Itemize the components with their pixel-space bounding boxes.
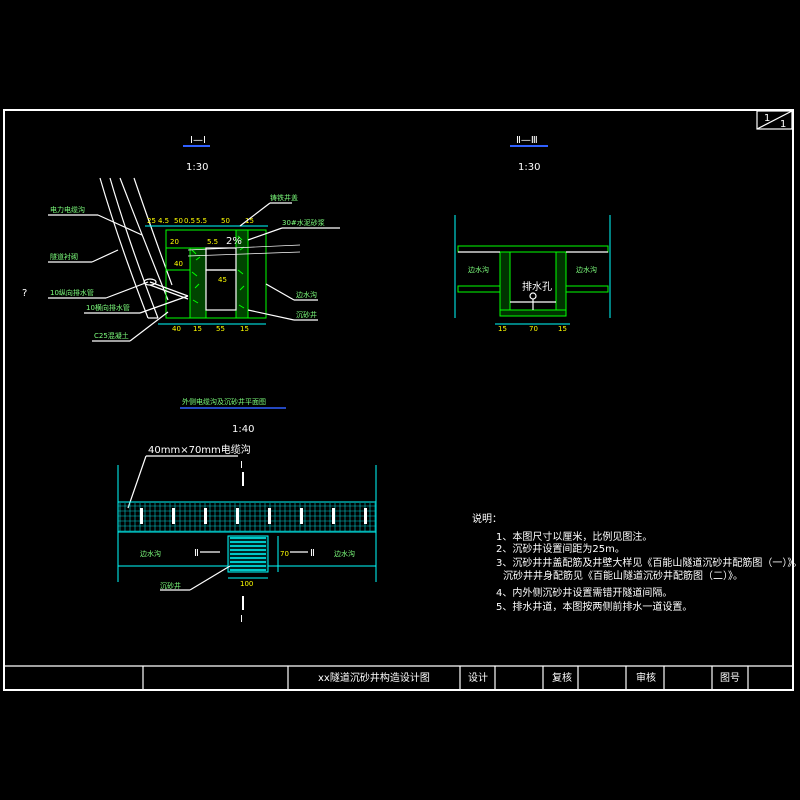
- design-label: 设计: [468, 671, 488, 684]
- section-2-scale: 1:30: [518, 162, 540, 173]
- sheet-no: 1: [764, 113, 770, 124]
- dim-side-2: 40: [174, 260, 183, 268]
- label-tunnel-lining: 隧道衬砌: [50, 252, 78, 261]
- plan-left-ditch: 边水沟: [140, 549, 161, 558]
- dim-bottom-3: 55: [216, 325, 225, 333]
- label-question: ?: [22, 288, 27, 299]
- note-3: 3、沉砂井井盖配筋及井壁大样见《百能山隧道沉砂井配筋图（一）》。: [496, 556, 800, 569]
- dim-top-3: 50: [174, 217, 183, 225]
- dim-top-4: 0.5: [184, 217, 195, 225]
- plan-cut-mark-top: Ⅰ: [240, 460, 243, 471]
- section-1: Ⅰ—Ⅰ 1:30 25 4.5 50 0.5 5.5 50 15 40 15 5…: [22, 135, 340, 342]
- dim-side-5: 2%: [226, 236, 242, 247]
- sheet-total: 1: [780, 119, 786, 130]
- label-mortar: 30#水泥砂浆: [282, 218, 325, 227]
- section-2-label-left: 边水沟: [468, 265, 489, 274]
- plan-sand-well: 沉砂井: [160, 581, 181, 590]
- section-2-dim-1: 15: [498, 325, 507, 333]
- sheet-number-box: 1 1: [756, 110, 793, 130]
- note-2: 2、沉砂井设置间距为25m。: [496, 542, 625, 555]
- note-5: 5、排水井道，本图按两侧前排水一道设置。: [496, 600, 692, 613]
- dim-top-6: 50: [221, 217, 230, 225]
- plan-scale: 1:40: [232, 424, 254, 435]
- section-2-label-center: 排水孔: [522, 280, 552, 293]
- dim-bottom-4: 15: [240, 325, 249, 333]
- plan-right-ditch: 边水沟: [334, 549, 355, 558]
- notes-heading: 说明：: [472, 512, 502, 525]
- section-2-label-right: 边水沟: [576, 265, 597, 274]
- note-3b: 沉砂井井身配筋见《百能山隧道沉砂井配筋图（二）》。: [503, 569, 743, 582]
- plan-cut-mark-bottom: Ⅰ: [240, 614, 243, 625]
- note-1: 1、本图尺寸以厘米，比例见图注。: [496, 530, 652, 543]
- plan-mark-2-right: Ⅱ: [310, 548, 315, 559]
- label-side-ditch: 边水沟: [296, 290, 317, 299]
- dim-bottom-1: 40: [172, 325, 181, 333]
- section-1-title: Ⅰ—Ⅰ: [190, 135, 206, 146]
- section-2-title: Ⅱ—Ⅲ: [516, 135, 538, 146]
- drawing-title: xx隧道沉砂井构造设计图: [318, 671, 430, 684]
- plan-dim-width: 100: [240, 580, 253, 588]
- label-sand-well: 沉砂井: [296, 310, 317, 319]
- label-concrete: C25混凝土: [94, 331, 129, 340]
- dim-bottom-2: 15: [193, 325, 202, 333]
- section-2-dim-2: 70: [529, 325, 538, 333]
- label-transverse-pipe: 10横向排水管: [86, 303, 130, 312]
- dim-side-3: 5.5: [207, 238, 218, 246]
- drawing-no-label: 图号: [720, 672, 740, 684]
- dim-side-4: 45: [218, 276, 227, 284]
- plan-title: 外侧电缆沟及沉砂井平面图: [182, 397, 266, 406]
- section-1-scale: 1:30: [186, 162, 208, 173]
- plan-dim-depth: 70: [280, 550, 289, 558]
- dim-top-2: 4.5: [158, 217, 169, 225]
- cad-drawing: 1 1 Ⅰ—Ⅰ 1:30 25 4.5 50 0.5 5.5 50 15 40 …: [3, 109, 800, 691]
- section-2: Ⅱ—Ⅲ 1:30 边水沟 边水沟 排水孔 15 70 15: [454, 135, 611, 333]
- review-label: 复核: [552, 671, 572, 684]
- plan-trench-size: 40mm×70mm电缆沟: [148, 443, 251, 456]
- dim-side-1: 20: [170, 238, 179, 246]
- note-4: 4、内外侧沉砂井设置需错开隧道间隔。: [496, 586, 672, 599]
- section-2-dim-3: 15: [558, 325, 567, 333]
- label-cable-trench: 电力电缆沟: [50, 205, 85, 214]
- dim-top-1: 25: [147, 217, 156, 225]
- notes: 说明： 1、本图尺寸以厘米，比例见图注。 2、沉砂井设置间距为25m。 3、沉砂…: [472, 512, 800, 613]
- plan-mark-2-left: Ⅱ: [194, 548, 199, 559]
- approve-label: 审核: [636, 671, 656, 684]
- title-block: xx隧道沉砂井构造设计图 设计 复核 审核 图号: [4, 665, 793, 690]
- cable-trench-plan: [117, 501, 377, 533]
- dim-top-5: 5.5: [196, 217, 207, 225]
- label-cover: 铸铁井盖: [270, 193, 298, 202]
- label-longitudinal-pipe: 10纵向排水管: [50, 288, 94, 297]
